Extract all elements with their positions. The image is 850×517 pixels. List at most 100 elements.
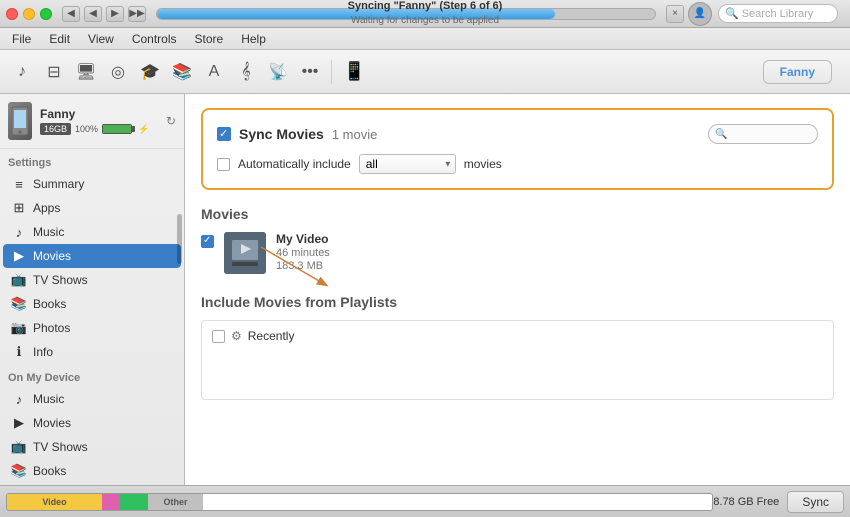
sync-header: Sync Movies 1 movie 🔍 bbox=[217, 124, 818, 144]
device-storage: 16GB 100% ⚡ bbox=[40, 123, 166, 135]
movies-device-icon: ▶ bbox=[11, 415, 27, 431]
ffwd-arrow[interactable]: ▶▶ bbox=[128, 6, 146, 22]
movie-thumb-inner bbox=[224, 232, 266, 274]
settings-label: Settings bbox=[0, 149, 184, 172]
storage-bar-row: Video Other bbox=[6, 493, 713, 511]
playlists-box: ⚙ Recently bbox=[201, 320, 834, 400]
sidebar-item-music-device[interactable]: ♪ Music bbox=[3, 387, 181, 411]
menu-view[interactable]: View bbox=[80, 30, 122, 48]
sidebar-item-label-summary: Summary bbox=[33, 177, 84, 191]
sync-count: 1 movie bbox=[332, 127, 378, 142]
content-area: Sync Movies 1 movie 🔍 Automatically incl… bbox=[185, 94, 850, 485]
movies-title: Movies bbox=[201, 206, 834, 222]
device-tab[interactable]: Fanny bbox=[763, 60, 832, 84]
playlists-section: Include Movies from Playlists ⚙ Recently bbox=[201, 294, 834, 400]
main-title-text: Syncing "Fanny" (Step 6 of 6) bbox=[348, 0, 503, 14]
sidebar-item-label-photos: Photos bbox=[33, 321, 70, 335]
tvshows-device-icon: 📺 bbox=[11, 439, 27, 455]
menu-file[interactable]: File bbox=[4, 30, 39, 48]
sidebar-item-tvshows[interactable]: 📺 TV Shows bbox=[3, 268, 181, 292]
menu-controls[interactable]: Controls bbox=[124, 30, 185, 48]
content-search-box[interactable]: 🔍 bbox=[708, 124, 818, 144]
back-arrow[interactable]: ◀ bbox=[62, 6, 80, 22]
movie-size: 183.3 MB bbox=[276, 260, 330, 272]
sidebar-item-movies-device[interactable]: ▶ Movies bbox=[3, 411, 181, 435]
device-icon: 📱 bbox=[343, 61, 365, 82]
menu-store[interactable]: Store bbox=[187, 30, 232, 48]
sidebar-scrollbar[interactable] bbox=[177, 214, 182, 264]
sidebar-item-summary[interactable]: ≡ Summary bbox=[3, 172, 181, 196]
sidebar-item-label-tvshows: TV Shows bbox=[33, 273, 88, 287]
refresh-icon[interactable]: ↻ bbox=[166, 114, 176, 128]
menu-help[interactable]: Help bbox=[233, 30, 274, 48]
movies-section: Movies My Video 46 minutes bbox=[201, 206, 834, 274]
sidebar-item-movies[interactable]: ▶ Movies bbox=[3, 244, 181, 268]
other-label: Other bbox=[163, 497, 187, 507]
library-icon[interactable]: ⊟ bbox=[40, 58, 68, 86]
sidebar-item-label-books: Books bbox=[33, 297, 66, 311]
music-nav-icon: ♪ bbox=[11, 224, 27, 240]
movie-info: My Video 46 minutes 183.3 MB bbox=[276, 232, 330, 272]
fwd-arrow[interactable]: ▶ bbox=[106, 6, 124, 22]
storage-badge: 16GB bbox=[40, 123, 71, 135]
auto-select-wrapper[interactable]: all 1 most recent 3 most recent 5 most r… bbox=[359, 154, 456, 174]
note-icon[interactable]: 𝄞 bbox=[232, 58, 260, 86]
movies-icon: ▶ bbox=[11, 248, 27, 264]
movie-title: My Video bbox=[276, 232, 330, 246]
fwd-arrow-left[interactable]: ◀ bbox=[84, 6, 102, 22]
movie-checkbox-my-video[interactable] bbox=[201, 235, 214, 248]
apps-icon: ⊞ bbox=[11, 200, 27, 216]
radio-icon[interactable]: ◎ bbox=[104, 58, 132, 86]
sidebar-item-label-tvshows-device: TV Shows bbox=[33, 440, 88, 454]
playlist-label-recently: Recently bbox=[248, 329, 295, 343]
statusbar: Video Other 8.78 GB Free Sync bbox=[0, 485, 850, 517]
window-title: Syncing "Fanny" (Step 6 of 6) Waiting fo… bbox=[348, 0, 503, 28]
text-icon[interactable]: A bbox=[200, 58, 228, 86]
sidebar-item-audiobooks-device[interactable]: 🎧 Audiobooks bbox=[3, 483, 181, 485]
seg-pink bbox=[102, 494, 120, 510]
account-icon[interactable]: 👤 bbox=[688, 2, 712, 26]
sidebar: Fanny 16GB 100% ⚡ ↻ Settings ≡ Summary ⊞ bbox=[0, 94, 185, 485]
menu-edit[interactable]: Edit bbox=[41, 30, 78, 48]
storage-segments: Video Other bbox=[6, 493, 713, 511]
seg-free bbox=[203, 494, 712, 510]
main-layout: Fanny 16GB 100% ⚡ ↻ Settings ≡ Summary ⊞ bbox=[0, 94, 850, 485]
learn-icon[interactable]: 🎓 bbox=[136, 58, 164, 86]
menubar: File Edit View Controls Store Help bbox=[0, 28, 850, 50]
nav-arrows[interactable]: ◀ ◀ ▶ ▶▶ bbox=[62, 6, 146, 22]
window-controls[interactable] bbox=[6, 8, 52, 20]
photos-icon: 📷 bbox=[11, 320, 27, 336]
toolbar-separator bbox=[331, 60, 332, 84]
sync-button[interactable]: Sync bbox=[787, 491, 844, 513]
sidebar-item-photos[interactable]: 📷 Photos bbox=[3, 316, 181, 340]
sidebar-item-music[interactable]: ♪ Music bbox=[3, 220, 181, 244]
progress-close-button[interactable]: × bbox=[666, 5, 684, 23]
auto-select[interactable]: all 1 most recent 3 most recent 5 most r… bbox=[359, 154, 456, 174]
playlists-title: Include Movies from Playlists bbox=[201, 294, 834, 310]
books-icon[interactable]: 📚 bbox=[168, 58, 196, 86]
summary-icon: ≡ bbox=[11, 176, 27, 192]
music-icon[interactable]: ♪ bbox=[8, 58, 36, 86]
search-box[interactable]: 🔍 Search Library bbox=[718, 4, 838, 23]
sidebar-item-info[interactable]: ℹ Info bbox=[3, 340, 181, 364]
movie-item: My Video 46 minutes 183.3 MB bbox=[201, 232, 834, 274]
minimize-button[interactable] bbox=[23, 8, 35, 20]
sidebar-item-apps[interactable]: ⊞ Apps bbox=[3, 196, 181, 220]
device-details: Fanny 16GB 100% ⚡ bbox=[40, 107, 166, 135]
sync-checkbox[interactable] bbox=[217, 127, 231, 141]
sync-title: Sync Movies bbox=[239, 126, 324, 142]
battery-tip bbox=[132, 126, 135, 132]
sidebar-item-tvshows-device[interactable]: 📺 TV Shows bbox=[3, 435, 181, 459]
display-icon[interactable]: 🖥 bbox=[72, 58, 100, 86]
close-button[interactable] bbox=[6, 8, 18, 20]
maximize-button[interactable] bbox=[40, 8, 52, 20]
more-icon[interactable]: ••• bbox=[296, 58, 324, 86]
playlist-checkbox-recently[interactable] bbox=[212, 330, 225, 343]
auto-include-checkbox[interactable] bbox=[217, 158, 230, 171]
sidebar-item-books[interactable]: 📚 Books bbox=[3, 292, 181, 316]
wifi-icon[interactable]: 📡 bbox=[264, 58, 292, 86]
seg-green bbox=[120, 494, 148, 510]
books-device-icon: 📚 bbox=[11, 463, 27, 479]
sidebar-item-books-device[interactable]: 📚 Books bbox=[3, 459, 181, 483]
playlist-item: ⚙ Recently bbox=[212, 329, 823, 343]
